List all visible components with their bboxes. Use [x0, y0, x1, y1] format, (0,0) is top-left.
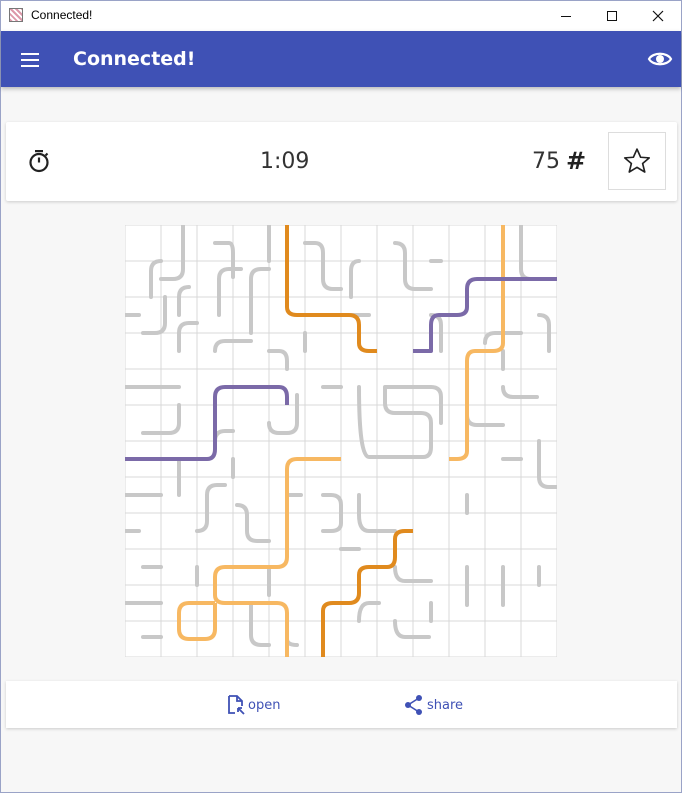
- level-number: 75: [532, 149, 560, 174]
- hash-icon: #: [566, 147, 587, 175]
- open-button[interactable]: open: [226, 693, 280, 717]
- app-title: Connected!: [73, 48, 196, 70]
- app-bar: Connected!: [1, 31, 681, 87]
- app-window: Connected! Connected! 1:09 75 # open sha…: [0, 0, 682, 793]
- stopwatch-icon: [29, 150, 49, 173]
- open-file-icon: [228, 695, 245, 715]
- star-outline-icon: [623, 148, 651, 173]
- action-bar: open share: [6, 681, 677, 728]
- maximize-button[interactable]: [589, 1, 635, 31]
- elapsed-time: 1:09: [260, 149, 310, 174]
- close-icon: [652, 10, 664, 22]
- window-titlebar[interactable]: Connected!: [1, 1, 681, 31]
- favorite-button[interactable]: [608, 132, 666, 190]
- minimize-button[interactable]: [543, 1, 589, 31]
- eye-icon[interactable]: [647, 48, 673, 70]
- window-title: Connected!: [31, 8, 93, 22]
- open-label: open: [248, 697, 281, 713]
- share-button[interactable]: share: [403, 693, 463, 717]
- hamburger-menu-icon[interactable]: [17, 47, 43, 73]
- share-label: share: [427, 697, 464, 713]
- puzzle-board[interactable]: [125, 225, 557, 657]
- status-card: 1:09 75 #: [6, 122, 677, 201]
- maximize-icon: [607, 11, 617, 21]
- close-button[interactable]: [635, 1, 681, 31]
- share-icon: [405, 695, 422, 715]
- app-icon: [9, 8, 23, 22]
- puzzle-grid[interactable]: [125, 225, 557, 657]
- minimize-icon: [561, 15, 571, 17]
